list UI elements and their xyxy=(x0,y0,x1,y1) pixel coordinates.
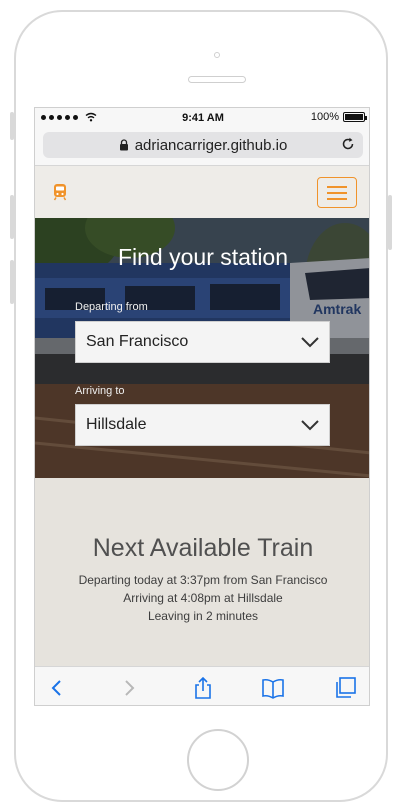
lock-icon xyxy=(119,139,128,151)
train-logo-icon[interactable] xyxy=(51,183,69,201)
next-train-title: Next Available Train xyxy=(92,534,314,562)
leaving-info: Leaving in 2 minutes xyxy=(147,609,259,623)
arriving-value: Hillsdale xyxy=(86,416,147,433)
browser-toolbar xyxy=(35,666,369,705)
battery-icon xyxy=(343,112,367,122)
chevron-down-icon xyxy=(301,337,319,348)
site-header xyxy=(35,166,369,218)
volume-up-button xyxy=(10,195,14,239)
volume-down-button xyxy=(10,260,14,304)
arriving-info: Arriving at 4:08pm at Hillsdale xyxy=(123,591,283,605)
share-icon[interactable] xyxy=(191,677,215,699)
power-button xyxy=(388,195,392,250)
bookmarks-icon[interactable] xyxy=(261,677,285,699)
departing-label: Departing from xyxy=(75,301,148,313)
address-bar[interactable]: adriancarriger.github.io xyxy=(43,132,363,158)
front-camera xyxy=(214,52,220,58)
mute-switch xyxy=(10,112,14,140)
screen: 9:41 AM 100% adriancarriger.github.io Fi… xyxy=(34,107,370,706)
home-button[interactable] xyxy=(187,729,249,791)
reload-icon[interactable] xyxy=(341,137,355,151)
departing-select[interactable]: San Francisco xyxy=(75,321,330,363)
arriving-select[interactable]: Hillsdale xyxy=(75,404,330,446)
status-bar: 9:41 AM 100% xyxy=(35,108,369,128)
earpiece-speaker xyxy=(188,76,246,83)
next-train-section: Next Available Train Departing today at … xyxy=(35,478,369,666)
departing-info: Departing today at 3:37pm from San Franc… xyxy=(78,573,328,587)
hamburger-menu-icon[interactable] xyxy=(317,177,357,208)
forward-icon[interactable] xyxy=(117,677,141,699)
arriving-label: Arriving to xyxy=(75,385,125,397)
browser-address-area: adriancarriger.github.io xyxy=(35,128,369,166)
chevron-down-icon xyxy=(301,420,319,431)
tabs-icon[interactable] xyxy=(333,677,357,699)
battery-percent: 100% xyxy=(310,111,339,123)
back-icon[interactable] xyxy=(45,677,69,699)
hero-title: Find your station xyxy=(117,244,289,270)
url-text: adriancarriger.github.io xyxy=(134,136,288,154)
departing-value: San Francisco xyxy=(86,333,189,350)
hero-section: Amtrak Find your station Departing from … xyxy=(35,218,369,478)
